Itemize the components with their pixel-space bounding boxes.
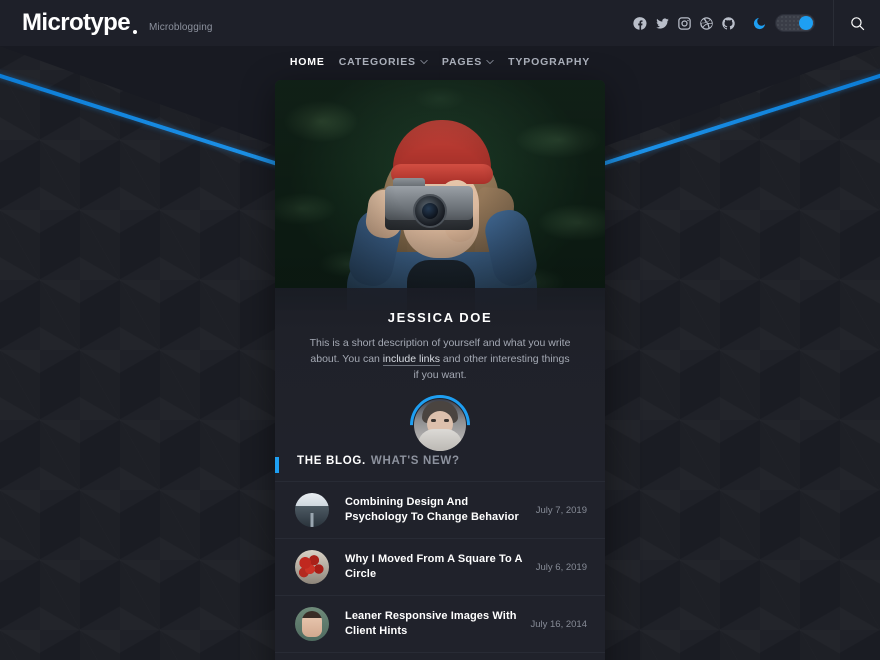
page-root: Microtype Microblogging HOME CATEGORIES … <box>0 0 880 660</box>
thumbnail-art <box>295 550 329 584</box>
nav-item-label: PAGES <box>441 56 483 68</box>
nav-item-label: CATEGORIES <box>338 56 416 68</box>
hero-image <box>275 80 605 310</box>
profile-description: This is a short description of yourself … <box>303 335 577 399</box>
brand-name: Microtype <box>22 9 131 36</box>
chevron-down-icon <box>419 59 428 64</box>
avatar[interactable] <box>397 382 483 468</box>
post-thumbnail <box>295 493 329 527</box>
post-thumbnail <box>295 550 329 584</box>
thumbnail-art <box>295 607 329 641</box>
theme-toggle-knob[interactable] <box>799 16 813 30</box>
theme-toggle-track[interactable] <box>775 14 815 32</box>
blog-accent-bar <box>275 457 279 473</box>
header-actions <box>633 0 880 46</box>
site-header: Microtype Microblogging <box>0 0 880 46</box>
github-icon <box>722 16 735 29</box>
post-title[interactable]: Combining Design And Psychology To Chang… <box>345 495 536 525</box>
post-date: July 7, 2019 <box>535 504 587 516</box>
facebook-icon <box>633 16 647 30</box>
social-link-facebook[interactable] <box>633 16 648 31</box>
social-link-dribbble[interactable] <box>699 16 714 31</box>
profile-inline-link[interactable]: include links <box>382 353 440 366</box>
post-list: Combining Design And Psychology To Chang… <box>275 481 605 660</box>
twitter-icon <box>656 17 669 29</box>
instagram-icon <box>678 16 691 30</box>
search-button[interactable] <box>834 0 880 46</box>
thumbnail-art <box>295 493 329 527</box>
post-date: July 6, 2019 <box>535 561 587 573</box>
post-title[interactable]: Why I Moved From A Square To A Circle <box>345 552 536 582</box>
brand-logo[interactable]: Microtype Microblogging <box>0 9 213 37</box>
social-link-instagram[interactable] <box>677 16 692 31</box>
list-item[interactable]: The New Smashing Mystery Riddle: June 23… <box>275 652 605 660</box>
social-link-twitter[interactable] <box>655 16 670 31</box>
primary-nav: HOME CATEGORIES PAGES TYPOGRAPHY <box>0 46 880 78</box>
nav-item-categories[interactable]: CATEGORIES <box>339 56 428 68</box>
nav-item-home[interactable]: HOME <box>290 56 325 68</box>
post-thumbnail <box>295 607 329 641</box>
nav-item-pages[interactable]: PAGES <box>441 56 495 68</box>
post-date: July 16, 2014 <box>530 618 587 630</box>
profile-name: JESSICA DOE <box>387 310 493 325</box>
profile-section: JESSICA DOE This is a short description … <box>275 288 605 468</box>
theme-toggle[interactable] <box>752 14 815 32</box>
list-item[interactable]: Leaner Responsive Images With Client Hin… <box>275 595 605 652</box>
post-title[interactable]: Leaner Responsive Images With Client Hin… <box>345 609 530 639</box>
chevron-down-icon <box>486 59 495 64</box>
moon-icon <box>753 17 766 29</box>
brand-tagline: Microblogging <box>148 22 213 33</box>
list-item[interactable]: Combining Design And Psychology To Chang… <box>275 481 605 538</box>
social-link-github[interactable] <box>721 16 736 31</box>
search-icon <box>850 16 864 30</box>
nav-item-typography[interactable]: TYPOGRAPHY <box>508 56 590 68</box>
blog-section-subtitle: WHAT'S NEW? <box>370 455 460 467</box>
hero-vignette <box>275 80 605 310</box>
dribbble-icon <box>700 16 713 30</box>
brand-dot <box>132 30 137 34</box>
list-item[interactable]: Why I Moved From A Square To A Circle Ju… <box>275 538 605 595</box>
social-links <box>633 16 736 31</box>
main-content-card: JESSICA DOE This is a short description … <box>275 80 605 660</box>
nav-item-label: TYPOGRAPHY <box>508 56 591 68</box>
nav-item-label: HOME <box>289 56 325 68</box>
blog-section-title: THE BLOG. <box>297 455 366 467</box>
